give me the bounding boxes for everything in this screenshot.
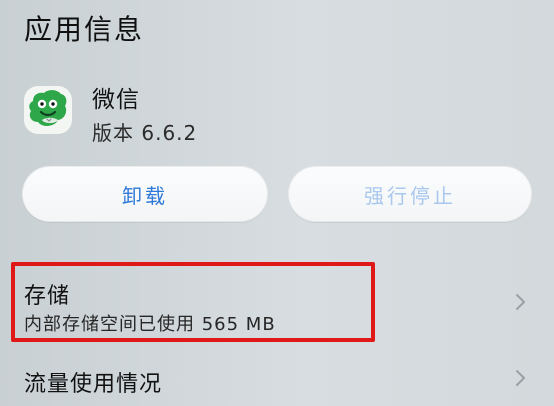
traffic-title: 流量使用情况 [24,372,163,397]
app-icon [24,86,72,134]
traffic-row[interactable]: 流量使用情况 [0,358,554,406]
storage-row[interactable]: 存储 内部存储空间已使用 565 MB [0,262,554,342]
chevron-right-icon [508,290,532,314]
app-version: 版本 6.6.2 [92,121,198,145]
chevron-right-icon [508,366,532,390]
force-stop-button[interactable]: 强行停止 [288,166,532,222]
storage-title: 存储 [24,284,71,309]
page-title: 应用信息 [24,13,145,46]
app-name: 微信 [92,87,140,113]
uninstall-button[interactable]: 卸载 [22,166,268,222]
storage-subtitle: 内部存储空间已使用 565 MB [24,314,276,335]
